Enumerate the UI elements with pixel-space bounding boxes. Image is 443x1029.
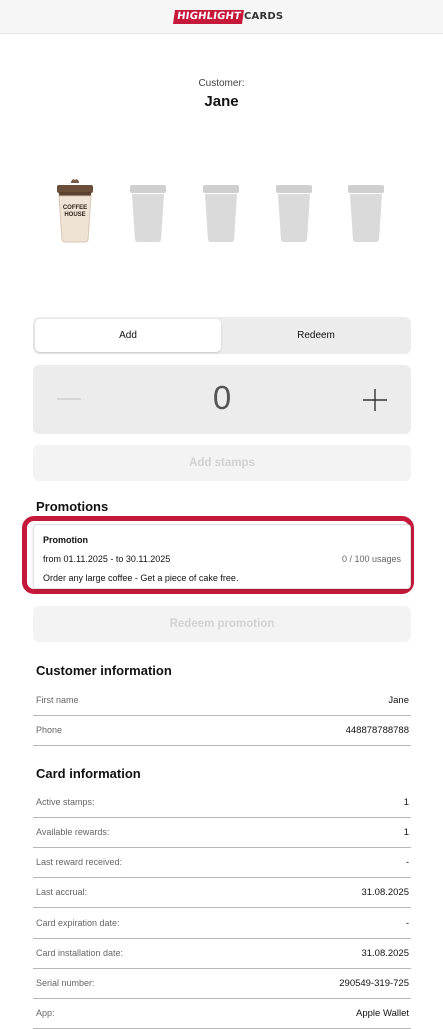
- info-key: Active stamps:: [36, 797, 95, 807]
- plus-icon[interactable]: [363, 389, 387, 411]
- info-value: Jane: [388, 695, 409, 706]
- empty-cup-icon: [200, 178, 242, 244]
- info-row-installation: Card installation date: 31.08.2025: [33, 939, 411, 969]
- promotion-title: Promotion: [43, 535, 88, 545]
- tab-add[interactable]: Add: [35, 319, 221, 352]
- promotions-title: Promotions: [36, 499, 109, 514]
- info-row-last-reward: Last reward received: -: [33, 848, 411, 878]
- info-key: Last accrual:: [36, 887, 88, 897]
- info-key: Last reward received:: [36, 857, 123, 867]
- info-key: Card installation date:: [36, 948, 124, 958]
- customer-label: Customer:: [198, 78, 245, 89]
- quantity-stepper: 0: [33, 365, 411, 434]
- info-row-phone: Phone 448878788788: [33, 716, 411, 746]
- info-key: Phone: [36, 725, 63, 735]
- promotion-dates: from 01.11.2025 - to 30.11.2025: [43, 554, 171, 564]
- info-value: 290549-319-725: [339, 978, 409, 989]
- info-value: 31.08.2025: [361, 887, 409, 898]
- minus-icon[interactable]: [57, 389, 81, 409]
- empty-cup-icon: [127, 178, 169, 244]
- cup-text-line1: COFFEE: [63, 205, 87, 211]
- promotion-card[interactable]: Promotion from 01.11.2025 - to 30.11.202…: [33, 524, 411, 589]
- stamp-card: COFFEE HOUSE: [0, 178, 443, 244]
- card-info-title: Card information: [36, 766, 141, 781]
- info-key: Card expiration date:: [36, 918, 120, 928]
- empty-cup-icon: [345, 178, 387, 244]
- info-value: 31.08.2025: [361, 948, 409, 959]
- redeem-promotion-button[interactable]: Redeem promotion: [33, 606, 411, 642]
- stamp-count: 0: [212, 379, 232, 416]
- customer-info-title: Customer information: [36, 663, 172, 678]
- customer-name: Jane: [204, 93, 239, 110]
- info-value: 1: [403, 827, 409, 838]
- filled-coffee-cup-icon: COFFEE HOUSE: [54, 178, 96, 244]
- promotion-description: Order any large coffee - Get a piece of …: [43, 573, 239, 583]
- cup-text-line2: HOUSE: [64, 212, 85, 218]
- info-key: Available rewards:: [36, 827, 110, 837]
- brand-logo[interactable]: HIGHLIGHT CARDS: [173, 10, 284, 24]
- info-value: -: [405, 857, 409, 868]
- info-row-expiration: Card expiration date: -: [33, 909, 411, 939]
- info-key: First name: [36, 695, 79, 705]
- logo-cards: CARDS: [243, 11, 284, 22]
- info-value: 448878788788: [345, 725, 409, 736]
- logo-highlight: HIGHLIGHT: [173, 10, 244, 24]
- empty-cup-icon: [273, 178, 315, 244]
- top-bar: HIGHLIGHT CARDS: [0, 0, 443, 34]
- info-row-app: App: Apple Wallet: [33, 999, 411, 1029]
- info-row-active-stamps: Active stamps: 1: [33, 788, 411, 818]
- tab-redeem[interactable]: Redeem: [223, 319, 409, 352]
- info-row-available-rewards: Available rewards: 1: [33, 818, 411, 848]
- info-row-first-name: First name Jane: [33, 686, 411, 716]
- info-key: Serial number:: [36, 978, 95, 988]
- info-key: App:: [36, 1008, 55, 1018]
- mode-toggle: Add Redeem: [33, 317, 411, 354]
- promotion-usage: 0 / 100 usages: [341, 554, 401, 564]
- info-row-last-accrual: Last accrual: 31.08.2025: [33, 878, 411, 908]
- info-value: -: [405, 918, 409, 929]
- add-stamps-button[interactable]: Add stamps: [33, 445, 411, 481]
- info-row-serial: Serial number: 290549-319-725: [33, 969, 411, 999]
- info-value: 1: [403, 797, 409, 808]
- info-value: Apple Wallet: [356, 1008, 409, 1019]
